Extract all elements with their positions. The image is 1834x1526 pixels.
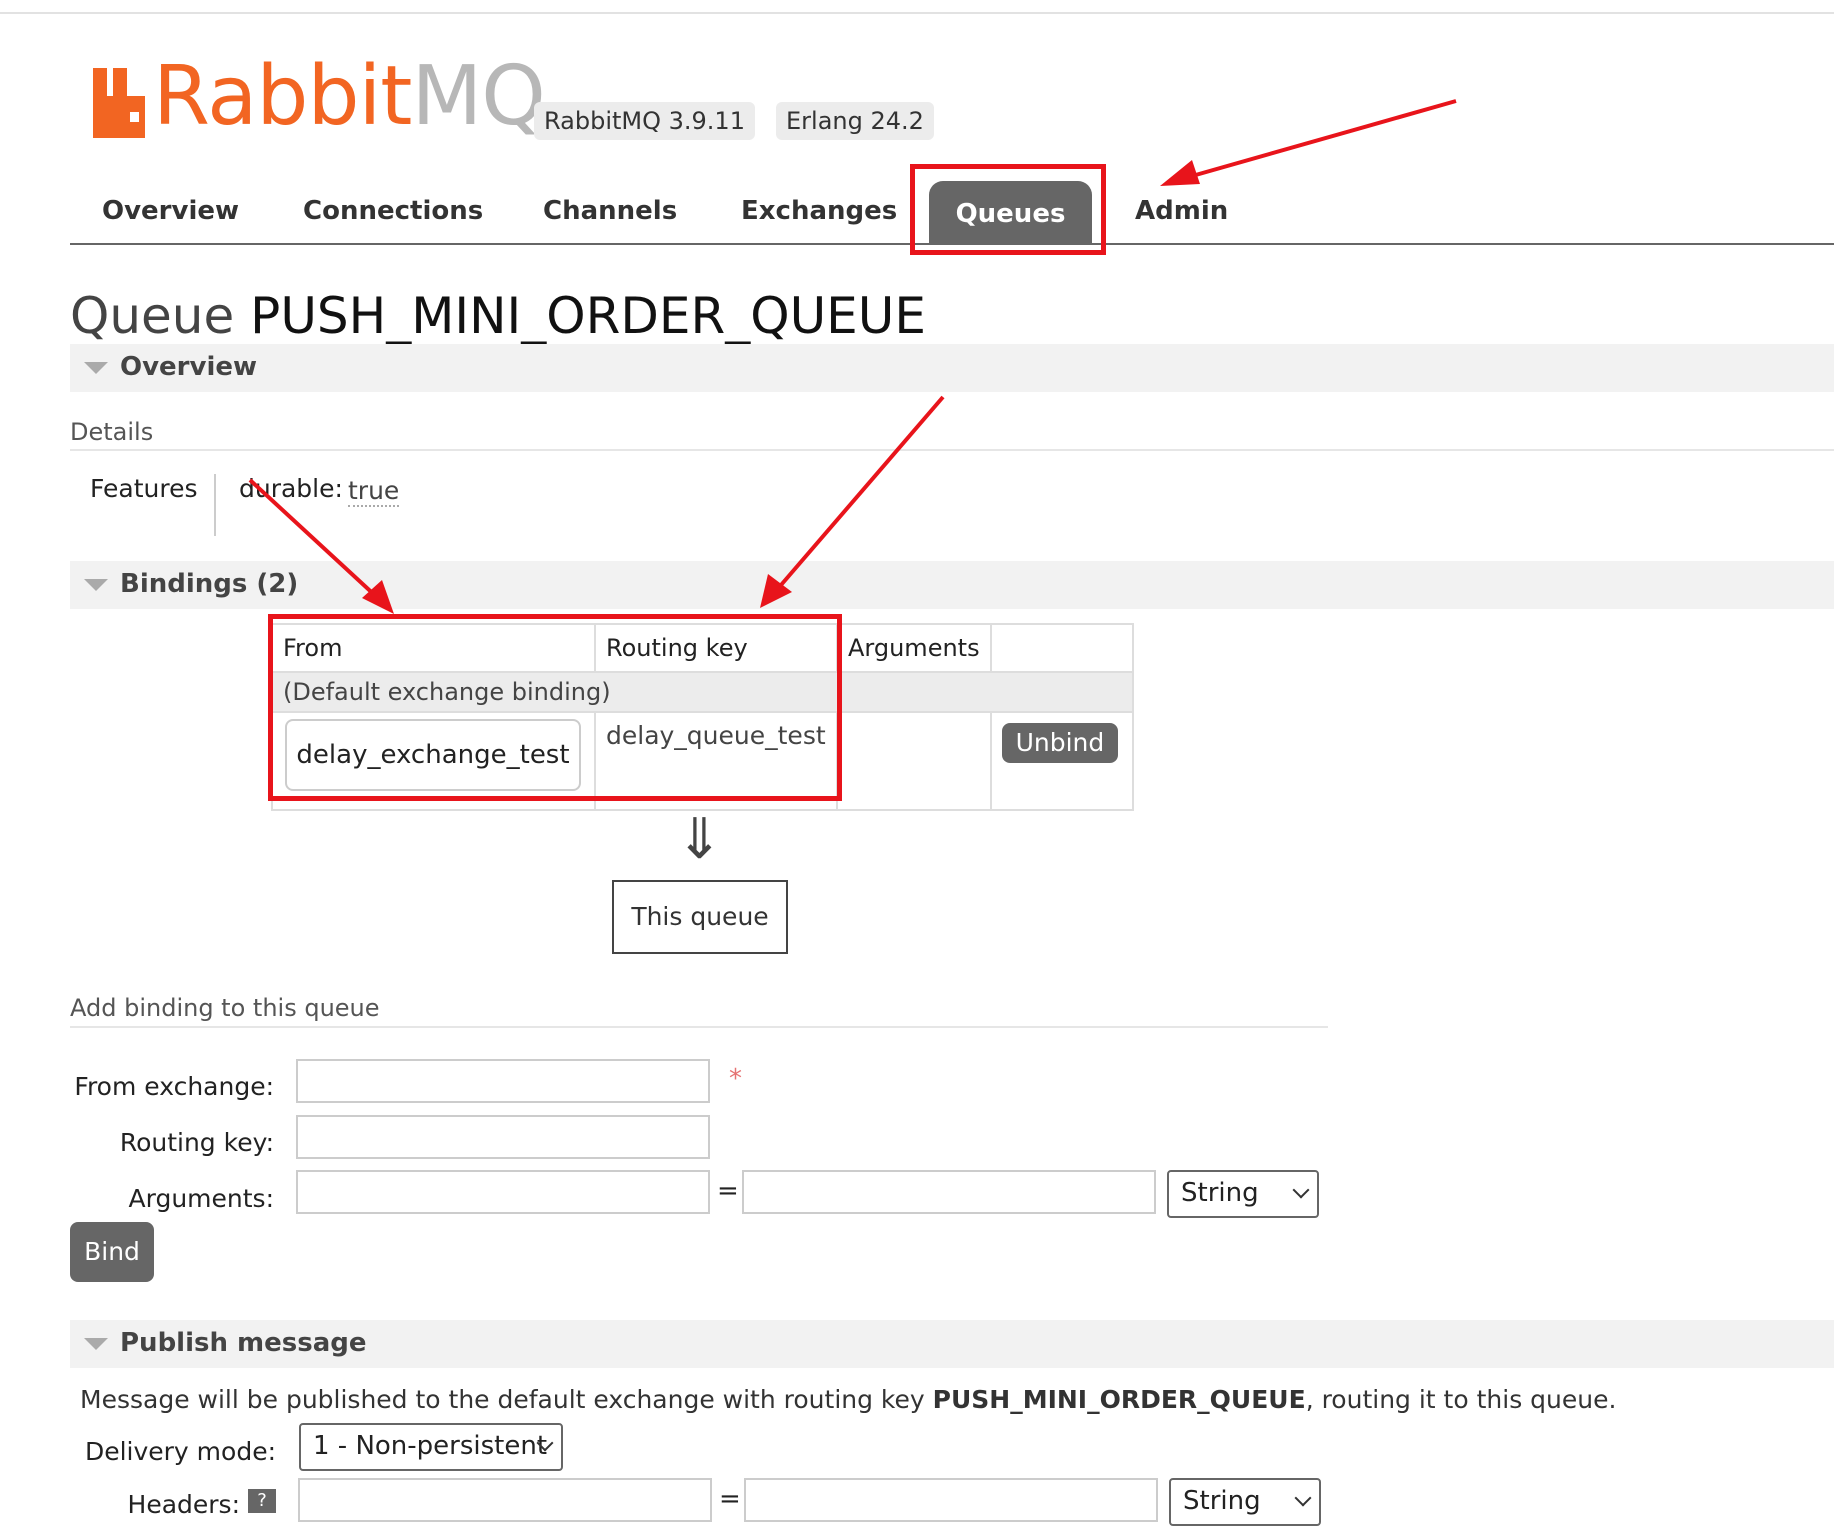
add-binding-heading: Add binding to this queue — [70, 994, 380, 1022]
argument-type-select[interactable]: String — [1167, 1170, 1319, 1218]
argument-value-input[interactable] — [742, 1170, 1156, 1214]
features-label: Features — [90, 474, 198, 503]
header-value-input[interactable] — [744, 1478, 1158, 1522]
bindings-section-header[interactable]: Bindings (2) — [70, 561, 1834, 609]
required-marker: * — [729, 1064, 742, 1094]
header-key-input[interactable] — [298, 1478, 712, 1522]
rabbit-logo-icon — [93, 68, 145, 138]
bindings-section-title: Bindings (2) — [120, 569, 299, 599]
publish-section-title: Publish message — [120, 1328, 367, 1358]
publish-routing-key: PUSH_MINI_ORDER_QUEUE — [932, 1385, 1306, 1414]
tab-channels[interactable]: Channels — [543, 196, 677, 226]
overview-section-title: Overview — [120, 352, 258, 382]
delivery-mode-select[interactable]: 1 - Non-persistent — [299, 1423, 563, 1471]
collapse-triangle-icon — [84, 362, 108, 374]
header-type-value: String — [1183, 1486, 1261, 1516]
from-exchange-label: From exchange: — [74, 1072, 274, 1101]
binding-arguments — [836, 711, 992, 811]
from-exchange-input[interactable] — [296, 1059, 710, 1103]
publish-description: Message will be published to the default… — [80, 1385, 1616, 1414]
queue-name: PUSH_MINI_ORDER_QUEUE — [250, 287, 926, 345]
col-actions — [989, 623, 1134, 673]
erlang-badge: Erlang 24.2 — [776, 102, 934, 140]
equals-sign: = — [717, 1176, 739, 1206]
overview-section-header[interactable]: Overview — [70, 344, 1834, 392]
details-heading: Details — [70, 418, 154, 446]
durable-value: true — [348, 476, 400, 507]
routing-key-input[interactable] — [296, 1115, 710, 1159]
binding-action-cell: Unbind — [989, 711, 1134, 811]
durable-key: durable: — [239, 474, 343, 503]
arrow-head — [1160, 160, 1200, 186]
rabbitmq-logo[interactable]: RabbitMQ TM — [93, 56, 579, 138]
add-binding-divider — [70, 1026, 1328, 1028]
unbind-button[interactable]: Unbind — [1001, 723, 1119, 763]
headers-label: Headers: — [127, 1490, 240, 1519]
chevron-down-icon — [1292, 1181, 1310, 1199]
top-divider — [0, 12, 1834, 14]
tab-connections[interactable]: Connections — [303, 196, 483, 226]
version-badge: RabbitMQ 3.9.11 — [534, 102, 755, 140]
headers-help-icon[interactable]: ? — [248, 1489, 276, 1513]
features-divider — [214, 474, 216, 536]
flow-down-arrow-icon: ⇓ — [676, 807, 723, 872]
logo-text-rabbit: Rabbit — [153, 49, 412, 144]
tab-admin[interactable]: Admin — [1135, 196, 1228, 226]
collapse-triangle-icon — [84, 1338, 108, 1350]
tab-overview[interactable]: Overview — [102, 196, 239, 226]
details-divider — [70, 449, 1834, 451]
equals-sign: = — [719, 1484, 741, 1514]
publish-description-prefix: Message will be published to the default… — [80, 1385, 933, 1414]
this-queue-box: This queue — [612, 880, 788, 954]
arguments-label: Arguments: — [128, 1184, 274, 1213]
argument-key-input[interactable] — [296, 1170, 710, 1214]
publish-description-suffix: , routing it to this queue. — [1305, 1385, 1617, 1414]
bind-button[interactable]: Bind — [70, 1222, 154, 1282]
delivery-mode-value: 1 - Non-persistent — [313, 1431, 548, 1461]
col-arguments: Arguments — [836, 623, 992, 673]
routing-key-label: Routing key: — [119, 1128, 274, 1157]
tab-exchanges[interactable]: Exchanges — [741, 196, 897, 226]
header-type-select[interactable]: String — [1169, 1478, 1321, 1526]
queues-tab-highlight — [910, 164, 1106, 255]
page-title-prefix: Queue — [70, 287, 235, 345]
collapse-triangle-icon — [84, 579, 108, 591]
logo-text-mq: MQ — [411, 49, 545, 144]
chevron-down-icon — [1294, 1489, 1312, 1507]
arrow-to-admin — [1177, 99, 1457, 182]
page-title: Queue PUSH_MINI_ORDER_QUEUE — [70, 286, 926, 346]
argument-type-value: String — [1181, 1178, 1259, 1208]
publish-section-header[interactable]: Publish message — [70, 1320, 1834, 1368]
binding-highlight-box — [268, 614, 842, 801]
delivery-mode-label: Delivery mode: — [84, 1437, 276, 1466]
